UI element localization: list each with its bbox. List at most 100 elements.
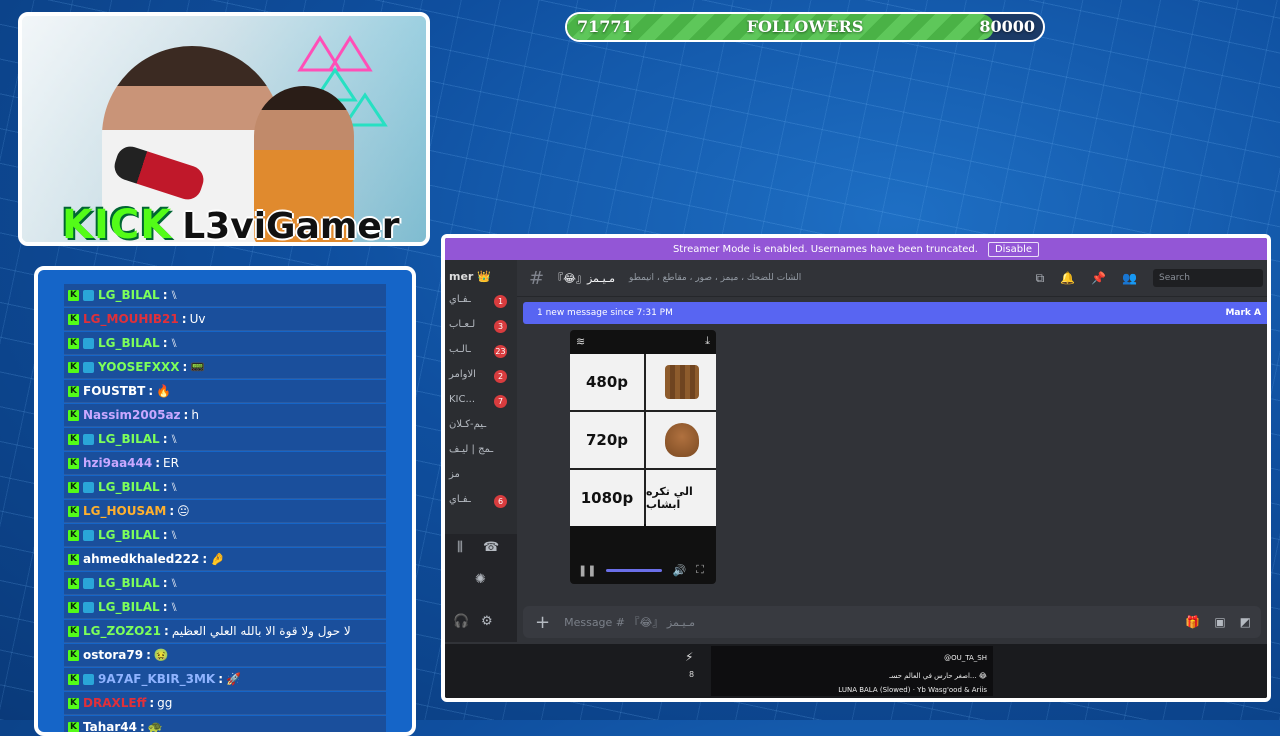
chat-username: DRAXLEff xyxy=(83,696,147,710)
channel-item[interactable]: ـمج | ليـف xyxy=(449,444,509,460)
streamer-branding: KICK L3viGamer xyxy=(62,202,400,246)
video-frame: 480p 720p 1080p الي تكره ابشاب xyxy=(570,354,716,526)
chat-text: 😐 xyxy=(177,504,190,518)
chat-username: LG_BILAL xyxy=(98,336,160,350)
chat-message: K LG_BILAL: ⑊ xyxy=(64,524,386,547)
disconnect-icon[interactable]: ☎ xyxy=(483,540,499,555)
mark-as-read-button[interactable]: Mark A xyxy=(1225,302,1261,324)
chat-message: K LG_ZOZO21: لا حول ولا قوة الا بالله العل… xyxy=(64,620,386,643)
kick-badge-icon: K xyxy=(68,529,79,541)
chat-message: K DRAXLEff: gg xyxy=(64,692,386,715)
message-composer[interactable]: + Message # 『😂』 مـيـمز 🎁 ▣ ◩ xyxy=(523,606,1261,638)
kick-badge-icon: K xyxy=(68,625,79,637)
add-attachment-icon[interactable]: + xyxy=(535,612,550,633)
chat-separator: : xyxy=(182,360,188,374)
streamer-mode-banner: Streamer Mode is enabled. Usernames have… xyxy=(445,238,1267,260)
streamer-name: L3viGamer xyxy=(182,206,400,246)
new-messages-bar[interactable]: 1 new message since 7:31 PM Mark A xyxy=(523,302,1267,324)
kick-badge-icon: K xyxy=(68,505,79,517)
video-menu-icon[interactable]: ≋ xyxy=(576,335,585,348)
chat-text: 🐢 xyxy=(147,720,163,734)
channel-item[interactable]: ـفـاي 6 xyxy=(449,494,509,510)
chat-text: h xyxy=(191,408,199,422)
share-icon[interactable]: ⚡ xyxy=(685,650,693,664)
chat-separator: : xyxy=(148,384,154,398)
channel-item[interactable]: ـيم-كـلان xyxy=(449,419,509,435)
unread-badge: 1 xyxy=(494,295,507,308)
volume-icon[interactable]: 🔊 xyxy=(672,564,686,577)
channel-item[interactable]: KIC... 7 xyxy=(449,394,509,410)
resolution-1080: 1080p xyxy=(570,470,644,526)
channel-item[interactable]: مز xyxy=(449,469,509,485)
hash-icon: # xyxy=(529,267,545,289)
gift-icon[interactable]: 🎁 xyxy=(1185,615,1200,629)
sticker-icon[interactable]: ◩ xyxy=(1240,615,1251,629)
voice-waveform-icon[interactable]: ⫼ xyxy=(457,540,463,555)
threads-icon[interactable]: ⧉ xyxy=(1036,271,1045,286)
chat-username: Tahar44 xyxy=(83,720,137,734)
chat-message: K LG_BILAL: ⑊ xyxy=(64,284,386,307)
subscriber-badge-icon xyxy=(83,289,94,301)
chat-text: ⑊ xyxy=(170,576,178,590)
kick-badge-icon: K xyxy=(68,553,79,565)
kick-badge-icon: K xyxy=(68,649,79,661)
channel-item[interactable]: لـعـاب 3 xyxy=(449,319,509,335)
channel-item[interactable]: الاوامر 2 xyxy=(449,369,509,385)
streamer-mode-text: Streamer Mode is enabled. Usernames have… xyxy=(672,243,978,255)
channel-name: ـفـاي xyxy=(449,294,471,305)
pin-icon[interactable]: 📌 xyxy=(1091,271,1106,285)
chat-username: Nassim2005az xyxy=(83,408,181,422)
search-input[interactable]: Search xyxy=(1153,269,1263,287)
webcam-overlay: KICK L3viGamer xyxy=(18,12,430,246)
chat-text: gg xyxy=(157,696,173,710)
message-input[interactable]: Message # 『😂』 مـيـمز xyxy=(564,614,695,630)
members-icon[interactable]: 👥 xyxy=(1122,271,1137,285)
pause-icon[interactable]: ❚❚ xyxy=(578,564,596,577)
disable-button[interactable]: Disable xyxy=(987,241,1040,257)
channel-title: 『😂』مـيـمز xyxy=(552,272,616,285)
bell-icon[interactable]: 🔔 xyxy=(1060,271,1075,285)
resolution-720: 720p xyxy=(570,412,644,468)
chat-username: LG_BILAL xyxy=(98,528,160,542)
chat-separator: : xyxy=(162,432,168,446)
poo-icon xyxy=(646,412,716,468)
kick-badge-icon: K xyxy=(68,481,79,493)
kick-badge-icon: K xyxy=(68,457,79,469)
fullscreen-icon[interactable]: ⛶ xyxy=(696,563,704,577)
subscriber-badge-icon xyxy=(83,433,94,445)
gif-icon[interactable]: ▣ xyxy=(1214,615,1225,629)
chat-text: ⑊ xyxy=(170,528,178,542)
chat-username: LG_HOUSAM xyxy=(83,504,167,518)
download-icon[interactable]: ⤓ xyxy=(705,334,710,348)
unread-badge: 6 xyxy=(494,495,507,508)
chat-username: LG_ZOZO21 xyxy=(83,624,161,638)
clip-preview[interactable]: @OU_TA_SH اصغر حارس في العالم حسـ... 😂 L… xyxy=(711,646,993,696)
chat-separator: : xyxy=(164,624,169,638)
video-attachment[interactable]: ≋ ⤓ 480p 720p 1080p الي تكره ابشاب ❚❚ 🔊 … xyxy=(570,330,716,584)
kick-badge-icon: K xyxy=(68,673,79,685)
unread-badge: 7 xyxy=(494,395,507,408)
chat-message: Khzi9aa444: ER xyxy=(64,452,386,475)
chat-separator: : xyxy=(162,288,168,302)
chat-separator: : xyxy=(162,336,168,350)
channel-name: لـعـاب xyxy=(449,319,476,330)
subscriber-badge-icon xyxy=(83,529,94,541)
channel-item[interactable]: ـفـاي 1 xyxy=(449,294,509,310)
kick-badge-icon: K xyxy=(68,697,79,709)
channel-name: KIC... xyxy=(449,394,476,405)
chat-text: ⑊ xyxy=(170,432,178,446)
clip-song: LUNA BALA (Slowed) · Yb Wasg'ood & Ariis xyxy=(838,686,987,694)
chat-text: ⑊ xyxy=(170,480,178,494)
subscriber-badge-icon xyxy=(83,577,94,589)
channel-item[interactable]: ـالـب 23 xyxy=(449,344,509,360)
video-progress-bar[interactable] xyxy=(606,568,663,572)
server-name[interactable]: mer 👑 xyxy=(449,270,491,283)
channel-topic: الشات للضحك ، ميمز ، صور ، مقاطع ، انيمط… xyxy=(629,273,802,283)
chat-username: LG_BILAL xyxy=(98,432,160,446)
settings-gear-icon[interactable]: ⚙ xyxy=(481,614,493,629)
chat-separator: : xyxy=(140,720,145,734)
headphones-icon[interactable]: 🎧 xyxy=(453,614,469,629)
kick-badge-icon: K xyxy=(68,577,79,589)
chat-text: Uv xyxy=(189,312,206,326)
soundboard-icon[interactable]: ✺ xyxy=(475,572,486,587)
